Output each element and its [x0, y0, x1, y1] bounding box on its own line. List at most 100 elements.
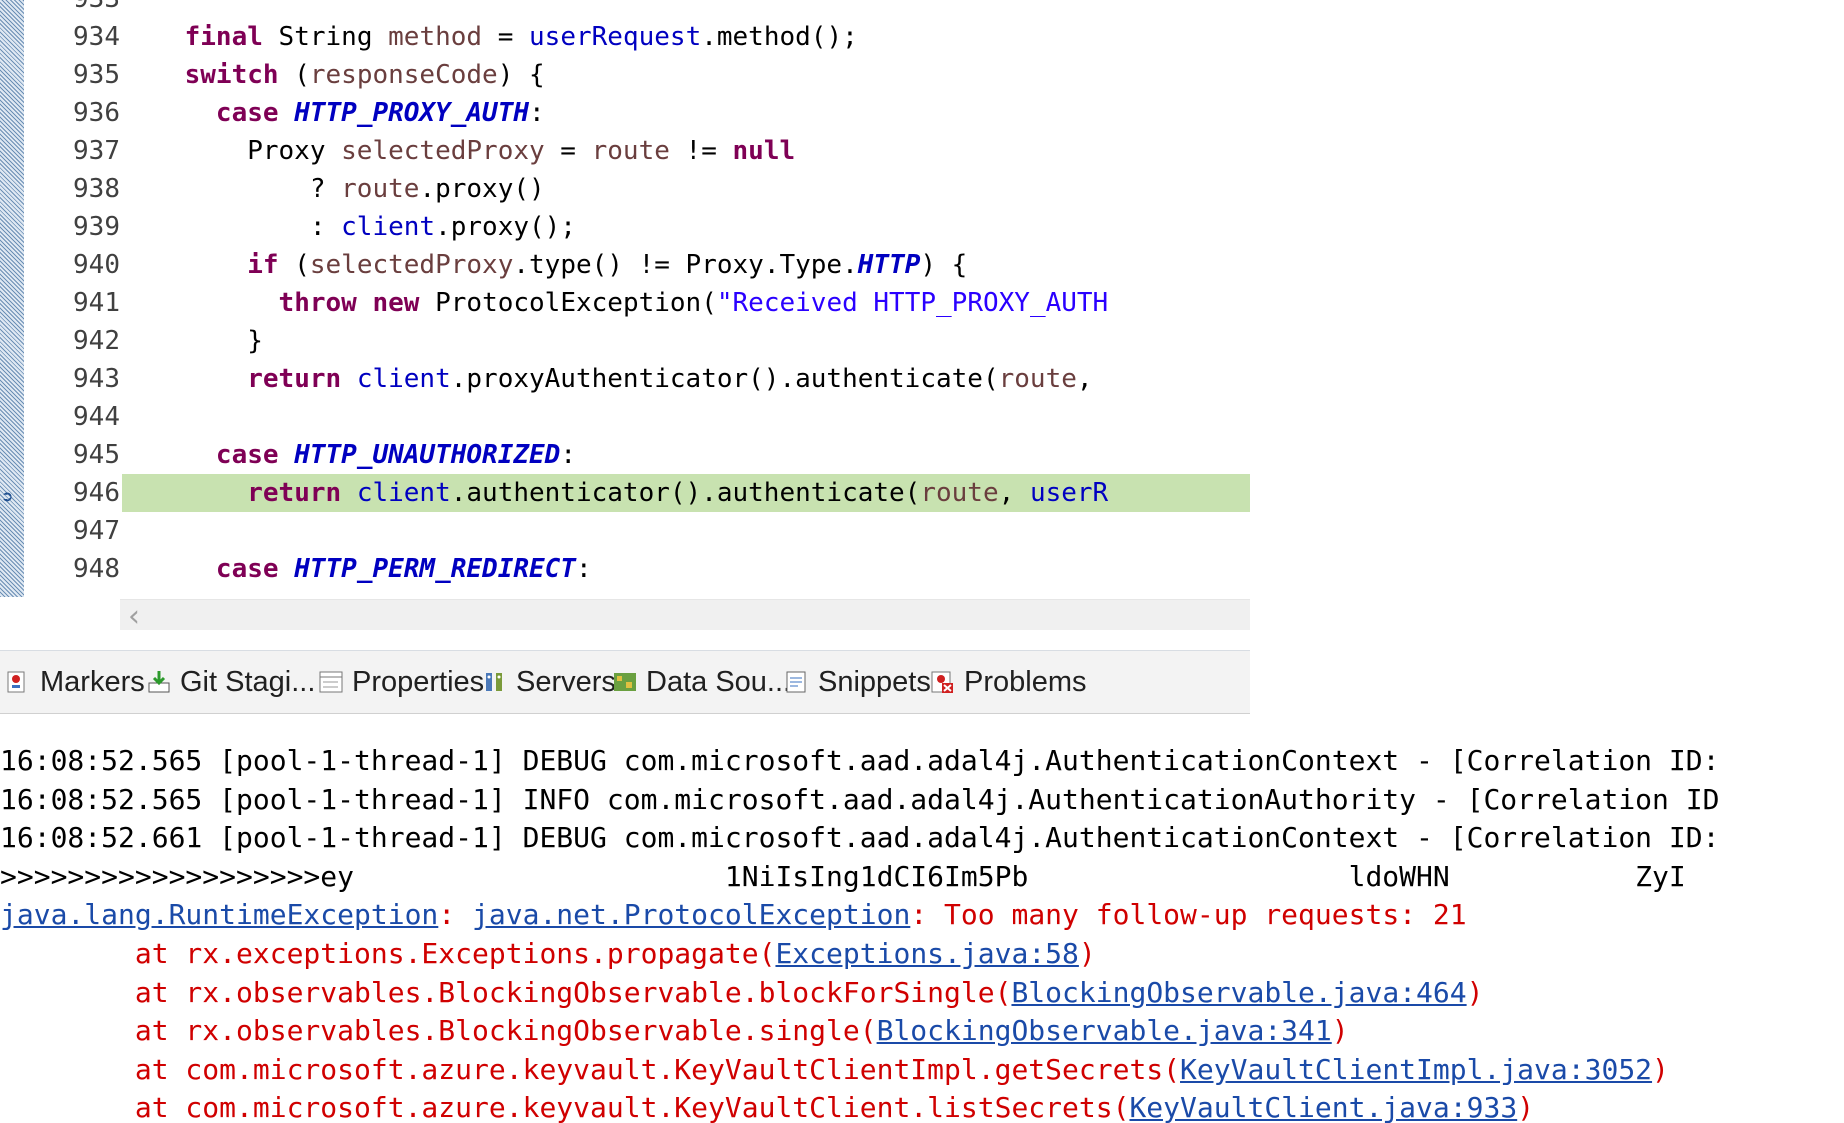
code-token: .proxy();: [435, 212, 576, 242]
tab-label: Servers: [516, 665, 616, 698]
code-token: :: [575, 554, 592, 584]
console-text: ): [1652, 1053, 1669, 1086]
tab-properties[interactable]: Properties: [318, 665, 484, 699]
stack-trace-link[interactable]: Exceptions.java:58: [775, 937, 1078, 970]
code-line[interactable]: return client.proxyAuthenticator().authe…: [122, 360, 1250, 398]
code-token: method: [388, 22, 483, 52]
code-line[interactable]: final String method = userRequest.method…: [122, 18, 1250, 56]
stack-trace-link[interactable]: java.net.ProtocolException: [472, 898, 910, 931]
code-token: :: [122, 212, 342, 242]
highlighted-code-line[interactable]: return client.authenticator().authentica…: [122, 474, 1250, 512]
code-line[interactable]: if (selectedProxy.type() != Proxy.Type.H…: [122, 246, 1250, 284]
line-number: 943: [73, 364, 120, 394]
tab-git-stagi[interactable]: Git Stagi...: [146, 665, 315, 699]
line-number: 941: [73, 288, 120, 318]
console-text: ): [1517, 1091, 1535, 1123]
console-text: 16:08:52.661 [pool-1-thread-1] DEBUG com…: [0, 821, 1720, 854]
console-line: >>>>>>>>>>>>>>>>>>>ey 1NiIsIng1dCI6Im5Pb…: [0, 858, 1844, 896]
tab-markers[interactable]: Markers: [6, 665, 145, 699]
stack-trace-link[interactable]: KeyVaultClient.java:933: [1129, 1091, 1517, 1123]
code-token: !=: [669, 136, 733, 166]
code-token: .authenticator().authenticate(: [450, 478, 921, 508]
code-token: =: [544, 136, 592, 166]
console-line: 16:08:52.565 [pool-1-thread-1] DEBUG com…: [0, 742, 1844, 780]
tab-label: Data Sou...: [646, 665, 792, 698]
code-editor[interactable]: ➲ 933 9349359369379389399409419429439449…: [0, 0, 1250, 630]
console-text: at rx.exceptions.Exceptions.propagate(: [0, 937, 776, 970]
code-token: =: [482, 22, 530, 52]
code-token: case: [215, 98, 279, 128]
console-text: >>>>>>>>>>>>>>>>>>>ey 1NiIsIng1dCI6Im5Pb…: [0, 860, 1686, 893]
line-number: 934: [73, 22, 120, 52]
code-token: null: [732, 136, 796, 166]
tab-data-sou[interactable]: Data Sou...: [612, 665, 791, 699]
code-token: client: [341, 212, 436, 242]
tab-label: Snippets: [818, 665, 931, 698]
code-line[interactable]: }: [122, 322, 1250, 360]
code-line[interactable]: : client.proxy();: [122, 208, 1250, 246]
code-token: ,: [998, 478, 1030, 508]
code-token: client: [356, 364, 451, 394]
code-line[interactable]: case HTTP_UNAUTHORIZED:: [122, 436, 1250, 474]
tab-problems[interactable]: Problems: [930, 665, 1087, 699]
line-number: 945: [73, 440, 120, 470]
code-token: ProtocolException(: [419, 288, 717, 318]
code-text-area[interactable]: final String method = userRequest.method…: [122, 0, 1250, 597]
console-text: at com.microsoft.azure.keyvault.KeyVault…: [0, 1053, 1181, 1086]
code-token: HTTP: [857, 250, 921, 280]
problems-icon: [930, 669, 956, 695]
properties-icon: [318, 669, 344, 695]
horizontal-scrollbar[interactable]: ‹: [120, 599, 1250, 630]
console-line: at rx.observables.BlockingObservable.blo…: [0, 974, 1844, 1012]
code-line[interactable]: [122, 512, 1250, 550]
code-line[interactable]: [122, 398, 1250, 436]
console-line: at com.microsoft.azure.keyvault.KeyVault…: [0, 1051, 1844, 1089]
console-output[interactable]: 16:08:52.565 [pool-1-thread-1] DEBUG com…: [0, 742, 1844, 1123]
line-number: 948: [73, 554, 120, 584]
code-token: "Received HTTP_PROXY_AUTH: [716, 288, 1109, 318]
tab-servers[interactable]: Servers: [482, 665, 616, 699]
code-line[interactable]: Proxy selectedProxy = route != null: [122, 132, 1250, 170]
current-instruction-pointer-icon: ➲: [2, 487, 13, 508]
code-token: if: [247, 250, 279, 280]
code-token: throw: [278, 288, 357, 318]
line-number: 937: [73, 136, 120, 166]
code-line[interactable]: switch (responseCode) {: [122, 56, 1250, 94]
console-line: at com.microsoft.azure.keyvault.KeyVault…: [0, 1089, 1844, 1123]
code-line[interactable]: case HTTP_PERM_REDIRECT:: [122, 550, 1250, 588]
code-line[interactable]: ? route.proxy(): [122, 170, 1250, 208]
code-line[interactable]: case HTTP_PROXY_AUTH:: [122, 94, 1250, 132]
code-token: route: [341, 174, 420, 204]
code-token: return: [247, 364, 342, 394]
tab-label: Markers: [40, 665, 145, 698]
console-line: at rx.observables.BlockingObservable.sin…: [0, 1012, 1844, 1050]
code-token: .proxy(): [419, 174, 545, 204]
line-number: 939: [73, 212, 120, 242]
console-text: 16:08:52.565 [pool-1-thread-1] DEBUG com…: [0, 744, 1720, 777]
stack-trace-link[interactable]: KeyVaultClientImpl.java:3052: [1180, 1053, 1652, 1086]
code-line[interactable]: throw new ProtocolException("Received HT…: [122, 284, 1250, 322]
tab-snippets[interactable]: Snippets: [784, 665, 931, 699]
stack-trace-link[interactable]: BlockingObservable.java:464: [1011, 976, 1466, 1009]
code-token: ,: [1076, 364, 1093, 394]
code-token: case: [215, 554, 279, 584]
stack-trace-link[interactable]: java.lang.RuntimeException: [0, 898, 438, 931]
servers-icon: [482, 669, 508, 695]
line-number: 942: [73, 326, 120, 356]
line-number: 936: [73, 98, 120, 128]
tab-label: Git Stagi...: [180, 665, 316, 698]
console-line: at rx.exceptions.Exceptions.propagate(Ex…: [0, 935, 1844, 973]
stack-trace-link[interactable]: BlockingObservable.java:341: [877, 1014, 1332, 1047]
code-token: responseCode: [309, 60, 498, 90]
code-token: route: [998, 364, 1077, 394]
scroll-left-arrow-icon[interactable]: ‹: [128, 602, 140, 631]
